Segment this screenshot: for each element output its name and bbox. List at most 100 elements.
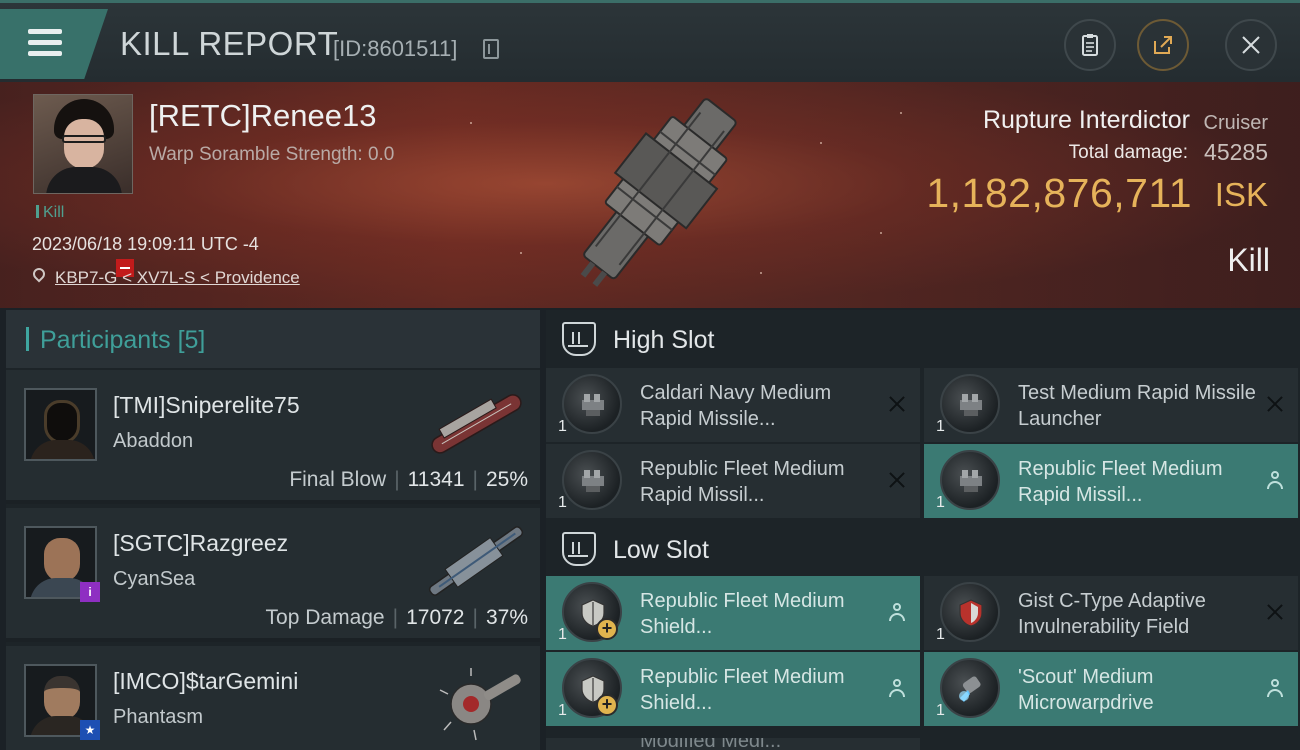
invulnerability-field-icon xyxy=(940,582,1000,642)
participant-stats: Top Damage | 17072 | 37% xyxy=(265,606,528,629)
victim-ship-class: Cruiser xyxy=(1203,112,1268,134)
location-pin-icon xyxy=(30,265,48,283)
total-damage-label: Total damage: xyxy=(1068,142,1188,163)
module-item-partial[interactable]: Modified Medi... xyxy=(546,738,920,750)
high-slot-icon xyxy=(562,322,596,356)
share-icon xyxy=(1154,36,1172,54)
kill-tag: Kill xyxy=(36,204,64,222)
participants-label: Participants xyxy=(40,326,171,354)
participants-panel: Participants [5] [TMI]Sniperelite75 Abad… xyxy=(6,310,540,750)
module-item[interactable]: 1 Caldari Navy Medium Rapid Missile... xyxy=(546,368,920,442)
participant-ship-image xyxy=(439,668,521,741)
low-slot-header: Low Slot xyxy=(546,520,1300,578)
participant-stats: Final Blow | 11341 | 25% xyxy=(289,468,528,491)
missile-launcher-icon xyxy=(940,374,1000,434)
missile-launcher-icon xyxy=(562,374,622,434)
page-title: KILL REPORT xyxy=(120,25,339,62)
fitting-panel: High Slot 1 Caldari Navy Medium Rapid Mi… xyxy=(546,310,1300,750)
star-badge-icon: ★ xyxy=(80,720,100,740)
module-item[interactable]: + 1 Republic Fleet Medium Shield... xyxy=(546,576,920,650)
close-icon xyxy=(1242,36,1260,54)
destroyed-x-icon xyxy=(1264,601,1286,623)
location-link[interactable]: KBP7-G < XV7L-S < Providence xyxy=(55,268,300,288)
module-name: Republic Fleet Medium Shield... xyxy=(640,666,845,714)
participant-ship: Phantasm xyxy=(113,706,204,728)
participant-row[interactable]: [TMI]Sniperelite75 Abaddon Final Blow | 11… xyxy=(6,370,540,504)
isk-unit: ISK xyxy=(1214,176,1268,213)
result-label: Kill xyxy=(1227,242,1270,278)
module-item[interactable]: + 1 Republic Fleet Medium Shield... xyxy=(546,652,920,726)
module-item[interactable]: 1 'Scout' Medium Microwarpdrive xyxy=(924,652,1298,726)
dropped-person-icon xyxy=(886,601,908,623)
module-quantity: 1 xyxy=(936,702,945,719)
missile-launcher-icon xyxy=(940,450,1000,510)
participants-count: [5] xyxy=(177,326,206,354)
victim-banner: [RETC]Renee13 Warp Soramble Strength: 0.… xyxy=(0,82,1300,308)
participant-ship-image xyxy=(428,526,524,596)
title-bar: KILL REPORT [ID:8601511] xyxy=(0,0,1300,82)
missile-launcher-icon xyxy=(562,450,622,510)
clipboard-icon xyxy=(1082,34,1098,56)
module-quantity: 1 xyxy=(558,494,567,511)
microwarpdrive-icon xyxy=(940,658,1000,718)
module-quantity: 1 xyxy=(936,494,945,511)
module-name: Gist C-Type Adaptive Invulnerability Fie… xyxy=(1018,590,1206,638)
participant-name: [IMCO]$tarGemini xyxy=(113,668,299,694)
plus-icon: + xyxy=(596,618,618,640)
module-name: Test Medium Rapid Missile Launcher xyxy=(1018,382,1256,430)
module-name: Republic Fleet Medium Rapid Missil... xyxy=(640,458,845,506)
module-name: Republic Fleet Medium Shield... xyxy=(640,590,845,638)
copy-id-icon[interactable] xyxy=(483,39,499,59)
report-id: [ID:8601511] xyxy=(333,36,458,61)
kill-timestamp: 2023/06/18 19:09:11 UTC -4 xyxy=(32,234,259,254)
victim-ship-name[interactable]: Rupture Interdictor xyxy=(983,106,1190,135)
module-quantity: 1 xyxy=(936,626,945,643)
dropped-person-icon xyxy=(1264,677,1286,699)
dropped-person-icon xyxy=(1264,469,1286,491)
participant-row[interactable]: i [SGTC]Razgreez CyanSea Top Damage | 1707… xyxy=(6,508,540,642)
participants-header[interactable]: Participants [5] xyxy=(6,310,540,368)
module-name: Republic Fleet Medium Rapid Missil... xyxy=(1018,458,1223,506)
hamburger-menu-icon[interactable] xyxy=(0,9,108,79)
share-button[interactable] xyxy=(1137,19,1189,71)
module-quantity: 1 xyxy=(558,626,567,643)
participant-name: [SGTC]Razgreez xyxy=(113,530,289,556)
participant-damage: 17072 xyxy=(406,606,465,629)
participant-row[interactable]: ★ [IMCO]$tarGemini Phantasm xyxy=(6,646,540,750)
dropped-person-icon xyxy=(886,677,908,699)
module-item[interactable]: 1 Gist C-Type Adaptive Invulnerability F… xyxy=(924,576,1298,650)
module-item[interactable]: 1 Republic Fleet Medium Rapid Missil... xyxy=(924,444,1298,518)
high-slot-title: High Slot xyxy=(613,326,715,354)
victim-ship-render xyxy=(580,98,737,287)
participant-ship: CyanSea xyxy=(113,568,196,590)
module-quantity: 1 xyxy=(558,418,567,435)
module-quantity: 1 xyxy=(558,702,567,719)
module-name: Modified Medi... xyxy=(640,738,782,750)
close-button[interactable] xyxy=(1225,19,1277,71)
isk-value: 1,182,876,711 xyxy=(926,170,1192,216)
module-item[interactable]: 1 Test Medium Rapid Missile Launcher xyxy=(924,368,1298,442)
participant-stat-label: Final Blow xyxy=(289,468,387,491)
victim-name[interactable]: [RETC]Renee13 xyxy=(149,98,376,134)
victim-avatar[interactable] xyxy=(33,94,133,194)
participant-name: [TMI]Sniperelite75 xyxy=(113,392,300,418)
module-quantity: 1 xyxy=(936,418,945,435)
warp-scramble-strength: Warp Soramble Strength: 0.0 xyxy=(149,144,395,165)
participant-avatar[interactable] xyxy=(24,388,97,461)
participant-stat-label: Top Damage xyxy=(265,606,385,629)
clipboard-button[interactable] xyxy=(1064,19,1116,71)
module-item[interactable]: 1 Republic Fleet Medium Rapid Missil... xyxy=(546,444,920,518)
participant-ship-image xyxy=(431,394,522,454)
total-damage-value: 45285 xyxy=(1204,139,1268,165)
low-slot-title: Low Slot xyxy=(613,536,709,564)
module-name: Caldari Navy Medium Rapid Missile... xyxy=(640,382,832,430)
module-name: 'Scout' Medium Microwarpdrive xyxy=(1018,666,1154,714)
participant-damage: 11341 xyxy=(407,468,465,491)
participant-percent: 25% xyxy=(485,468,528,491)
low-slot-icon xyxy=(562,532,596,566)
destroyed-x-icon xyxy=(886,469,908,491)
participant-ship: Abaddon xyxy=(113,430,194,452)
destroyed-x-icon xyxy=(1264,393,1286,415)
info-badge-icon: i xyxy=(80,582,100,602)
participant-percent: 37% xyxy=(485,606,528,629)
